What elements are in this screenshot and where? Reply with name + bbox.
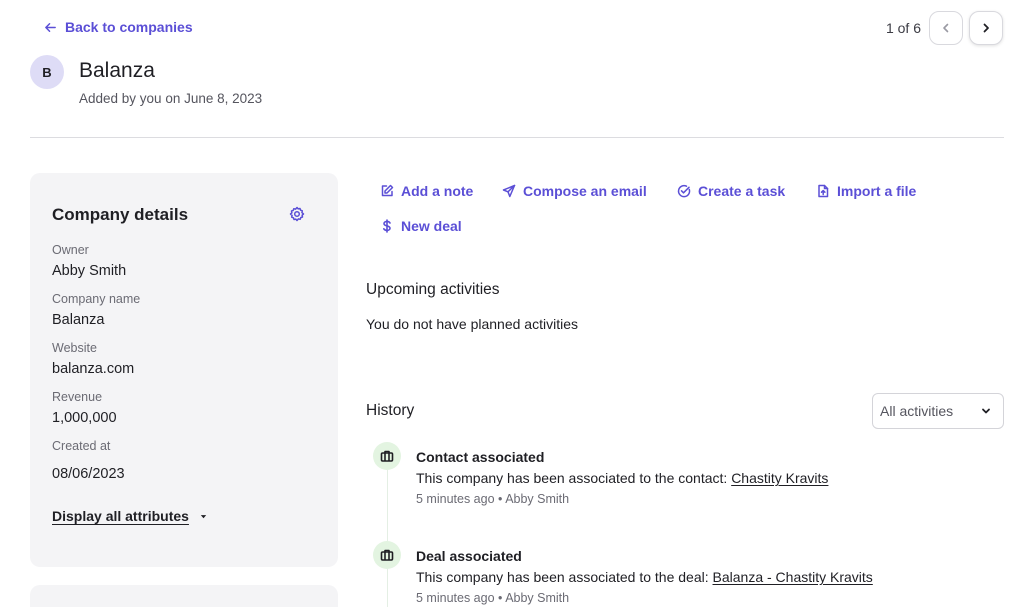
company-details-title: Company details [52, 205, 189, 224]
gear-icon[interactable] [289, 206, 305, 222]
header-divider [30, 137, 1004, 138]
history-item-description: This company has been associated to the … [416, 470, 828, 486]
history-item-meta: 5 minutes ago • Abby Smith [416, 492, 569, 506]
history-item-meta: 5 minutes ago • Abby Smith [416, 591, 569, 605]
import-file-button[interactable]: Import a file [816, 183, 916, 199]
display-all-attributes-button[interactable]: Display all attributes [52, 508, 208, 524]
caret-down-icon [200, 514, 207, 518]
file-upload-icon [818, 184, 829, 198]
deal-link[interactable]: Balanza - Chastity Kravits [713, 569, 873, 585]
activity-filter-value: All activities [880, 403, 954, 419]
create-task-button[interactable]: Create a task [677, 183, 785, 199]
new-deal-button[interactable]: New deal [380, 218, 462, 234]
revenue-label: Revenue [52, 390, 103, 404]
history-item-title: Deal associated [416, 548, 522, 564]
company-name-value: Balanza [52, 312, 105, 328]
pager-count: 1 of 6 [885, 20, 921, 36]
history-item-author: Abby Smith [505, 492, 570, 506]
compose-email-button[interactable]: Compose an email [502, 183, 647, 199]
edit-note-icon [381, 184, 394, 197]
history-item-time: 5 minutes ago [416, 492, 495, 506]
history-item-title: Contact associated [416, 449, 545, 465]
history-item-text: This company has been associated to the … [416, 470, 732, 486]
new-deal-label: New deal [401, 218, 462, 234]
dollar-icon [383, 219, 391, 233]
website-value: balanza.com [52, 361, 135, 377]
activity-filter-select[interactable]: All activities [872, 393, 1004, 429]
back-link-label: Back to companies [65, 19, 193, 35]
history-item-author: Abby Smith [505, 591, 570, 605]
briefcase-icon [380, 450, 394, 462]
briefcase-icon [380, 549, 394, 561]
add-note-button[interactable]: Add a note [380, 183, 473, 199]
add-note-label: Add a note [401, 183, 474, 199]
owner-label: Owner [52, 243, 89, 257]
timeline-line [387, 470, 388, 607]
company-name-label: Company name [52, 292, 141, 306]
website-label: Website [52, 341, 97, 355]
arrow-left-icon [45, 22, 56, 32]
history-item-time: 5 minutes ago [416, 591, 495, 605]
history-item-icon [373, 442, 401, 470]
history-item-icon [373, 541, 401, 569]
chevron-right-icon [983, 23, 989, 33]
send-icon [502, 184, 516, 198]
chevron-left-icon [943, 23, 949, 33]
created-at-label: Created at [52, 439, 111, 453]
previous-record-button[interactable] [929, 11, 963, 45]
display-all-attributes-label: Display all attributes [52, 508, 189, 524]
back-to-companies-link[interactable]: Back to companies [44, 19, 193, 35]
page-title: Balanza [79, 59, 155, 82]
next-record-button[interactable] [969, 11, 1003, 45]
chevron-down-icon [982, 408, 990, 414]
create-task-label: Create a task [698, 183, 786, 199]
created-at-value: 08/06/2023 [52, 466, 125, 482]
upcoming-activities-title: Upcoming activities [366, 281, 500, 298]
history-title: History [366, 402, 415, 419]
added-by-text: Added by you on June 8, 2023 [79, 91, 263, 106]
company-details-card: Company details Owner Abby Smith Company… [30, 173, 338, 567]
revenue-value: 1,000,000 [52, 410, 117, 426]
history-item-description: This company has been associated to the … [416, 569, 873, 585]
secondary-card [30, 585, 338, 607]
no-activities-text: You do not have planned activities [366, 316, 578, 332]
compose-email-label: Compose an email [523, 183, 647, 199]
check-circle-icon [677, 184, 691, 198]
record-pager: 1 of 6 [886, 11, 1003, 45]
import-file-label: Import a file [837, 183, 917, 199]
history-item-text: This company has been associated to the … [416, 569, 713, 585]
contact-link[interactable]: Chastity Kravits [731, 470, 828, 486]
company-avatar: B [30, 55, 64, 89]
owner-value: Abby Smith [52, 263, 127, 279]
